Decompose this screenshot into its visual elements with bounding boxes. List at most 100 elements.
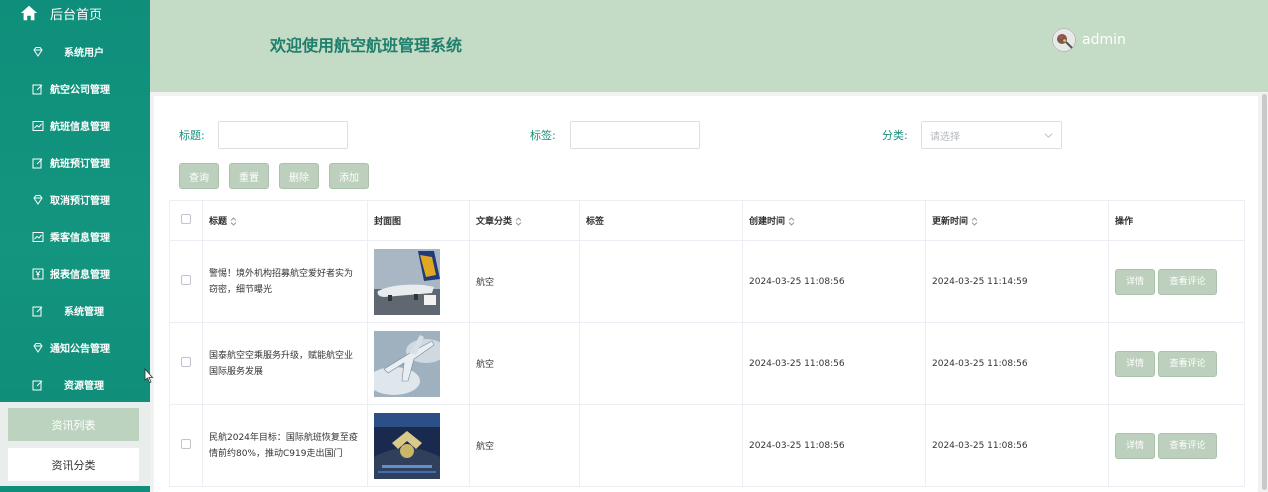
row-title: 民航2024年目标：国际航班恢复至疫情前约80%，推动C919走出国门 <box>209 432 358 459</box>
col-updated[interactable]: 更新时间 <box>925 200 1109 241</box>
search-button[interactable]: 查询 <box>179 163 219 189</box>
scrollbar-thumb[interactable] <box>1262 94 1267 490</box>
select-all-checkbox[interactable] <box>181 214 191 224</box>
sidebar-bottom-strip <box>0 486 150 492</box>
diamond-icon <box>33 46 43 57</box>
select-placeholder: 请选择 <box>930 131 960 143</box>
sidebar-item-passenger-info[interactable]: 乘客信息管理 <box>0 218 150 255</box>
col-updated-label: 更新时间 <box>932 217 969 227</box>
row-checkbox[interactable] <box>181 357 191 367</box>
sidebar-item-label: 资源管理 <box>64 381 104 392</box>
detail-button[interactable]: 详情 <box>1115 432 1155 459</box>
sort-icon[interactable] <box>515 217 522 226</box>
cell-title: 民航2024年目标：国际航班恢复至疫情前约80%，推动C919走出国门 <box>202 404 368 487</box>
sidebar-item-cancel-booking[interactable]: 取消预订管理 <box>0 181 150 218</box>
username: admin <box>1082 32 1126 48</box>
detail-button[interactable]: 详情 <box>1115 268 1155 295</box>
cell-updated: 2024-03-25 11:08:56 <box>925 404 1109 487</box>
sidebar-item-label: 取消预订管理 <box>50 196 110 207</box>
cell-updated: 2024-03-25 11:08:56 <box>925 322 1109 405</box>
row-select-cell <box>169 404 203 487</box>
submenu-news-category[interactable]: 资讯分类 <box>8 448 139 481</box>
news-table: 标题 封面图 文章分类 标签 创建时间 更新时间 操作 警惕！境外机构招募航空爱… <box>169 200 1245 487</box>
delete-button[interactable]: 删除 <box>279 163 319 189</box>
cell-tag <box>579 240 743 323</box>
sort-icon[interactable] <box>788 217 795 226</box>
select-all-cell <box>169 200 203 241</box>
sidebar-item-flight-info[interactable]: 航班信息管理 <box>0 107 150 144</box>
sidebar: 后台首页 系统用户 航空公司管理 航班信息管理 航班预订管理 取消预订管理 乘客… <box>0 0 150 492</box>
sidebar-item-label: 航空公司管理 <box>50 85 110 96</box>
sidebar-item-flight-booking[interactable]: 航班预订管理 <box>0 144 150 181</box>
add-button[interactable]: 添加 <box>329 163 369 189</box>
table-row: 警惕！境外机构招募航空爱好者实为窃密，细节曝光 航空 2024-03-25 11… <box>169 240 1245 323</box>
filter-tag-input[interactable] <box>570 121 700 149</box>
view-comments-button[interactable]: 查看评论 <box>1158 432 1217 459</box>
cell-tag <box>579 404 743 487</box>
sidebar-item-system-users[interactable]: 系统用户 <box>0 33 150 70</box>
row-select-cell <box>169 322 203 405</box>
table-row: 国泰航空空乘服务升级，赋能航空业国际服务发展 航空 2024-03-25 11:… <box>169 322 1245 405</box>
filter-title-label: 标题: <box>179 129 205 142</box>
col-created[interactable]: 创建时间 <box>742 200 926 241</box>
col-category[interactable]: 文章分类 <box>469 200 580 241</box>
sidebar-item-label: 乘客信息管理 <box>50 233 110 244</box>
cover-image-airport-aerial <box>374 412 440 479</box>
sort-icon[interactable] <box>230 217 237 226</box>
cell-created: 2024-03-25 11:08:56 <box>742 240 926 323</box>
cell-actions: 详情 查看评论 <box>1108 240 1245 323</box>
row-title: 警惕！境外机构招募航空爱好者实为窃密，细节曝光 <box>209 268 354 295</box>
filter-title-input[interactable] <box>218 121 348 149</box>
col-title[interactable]: 标题 <box>202 200 368 241</box>
cell-created: 2024-03-25 11:08:56 <box>742 404 926 487</box>
sort-icon[interactable] <box>971 217 978 226</box>
sidebar-item-resources[interactable]: 资源管理 <box>0 366 150 403</box>
sidebar-item-label: 系统用户 <box>64 48 104 59</box>
col-cover-label: 封面图 <box>374 217 402 227</box>
sidebar-home[interactable]: 后台首页 <box>0 0 150 26</box>
scrollbar[interactable] <box>1261 92 1268 492</box>
row-title: 国泰航空空乘服务升级，赋能航空业国际服务发展 <box>209 350 354 377</box>
submenu-news-list[interactable]: 资讯列表 <box>8 408 139 441</box>
cover-image-plane-in-clouds <box>374 330 440 397</box>
sidebar-item-label: 报表信息管理 <box>50 270 110 281</box>
edit-icon <box>32 84 43 94</box>
row-select-cell <box>169 240 203 323</box>
detail-button[interactable]: 详情 <box>1115 350 1155 377</box>
sidebar-item-label: 航班预订管理 <box>50 159 110 170</box>
row-checkbox[interactable] <box>181 439 191 449</box>
cell-cover <box>367 322 470 405</box>
filter-category-select[interactable]: 请选择 <box>921 121 1062 149</box>
view-comments-button[interactable]: 查看评论 <box>1158 268 1217 295</box>
header: 欢迎使用航空航班管理系统 admin <box>150 0 1268 92</box>
sidebar-item-system-management[interactable]: 系统管理 <box>0 292 150 329</box>
col-created-label: 创建时间 <box>749 217 786 227</box>
chart-icon <box>32 120 44 131</box>
sidebar-item-reports[interactable]: 报表信息管理 <box>0 255 150 292</box>
user-menu[interactable]: admin <box>1052 28 1126 52</box>
resources-submenu: 资讯列表 资讯分类 <box>0 402 150 486</box>
filter-category-label: 分类: <box>882 129 908 142</box>
home-icon <box>20 5 38 21</box>
reset-button[interactable]: 重置 <box>229 163 269 189</box>
cell-cover <box>367 240 470 323</box>
sidebar-item-notices[interactable]: 通知公告管理 <box>0 329 150 366</box>
cell-cover <box>367 404 470 487</box>
diamond-icon <box>33 342 43 353</box>
table-header-row: 标题 封面图 文章分类 标签 创建时间 更新时间 操作 <box>169 200 1245 241</box>
row-checkbox[interactable] <box>181 275 191 285</box>
col-tag-label: 标签 <box>586 217 605 227</box>
col-tag: 标签 <box>579 200 743 241</box>
cell-created: 2024-03-25 11:08:56 <box>742 322 926 405</box>
cover-image-airport <box>374 248 440 315</box>
cell-category: 航空 <box>469 240 580 323</box>
view-comments-button[interactable]: 查看评论 <box>1158 350 1217 377</box>
cell-tag <box>579 322 743 405</box>
chevron-down-icon <box>1044 133 1053 138</box>
col-actions-label: 操作 <box>1115 217 1134 227</box>
cell-actions: 详情 查看评论 <box>1108 404 1245 487</box>
sidebar-item-airlines[interactable]: 航空公司管理 <box>0 70 150 107</box>
cell-title: 警惕！境外机构招募航空爱好者实为窃密，细节曝光 <box>202 240 368 323</box>
cell-updated: 2024-03-25 11:14:59 <box>925 240 1109 323</box>
sidebar-item-label: 系统管理 <box>64 307 104 318</box>
